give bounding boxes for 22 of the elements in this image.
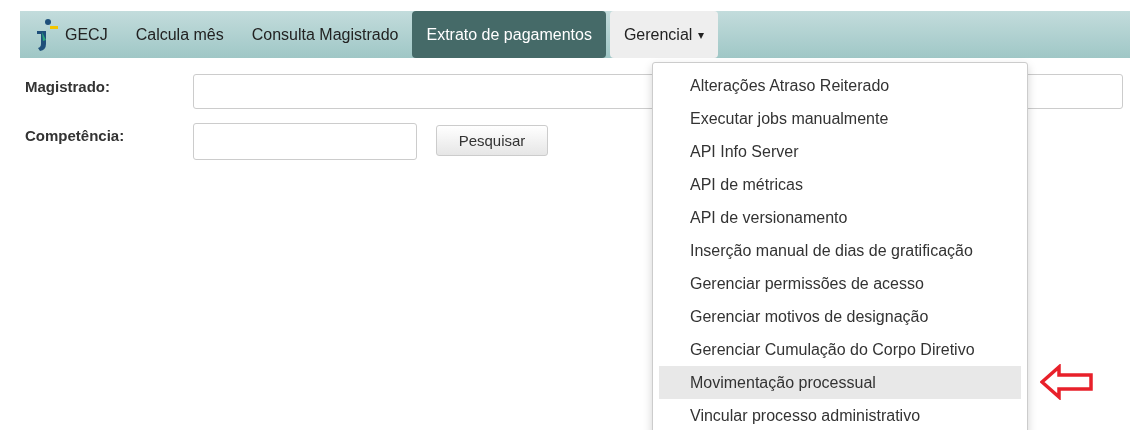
menu-item[interactable]: Gerenciar permissões de acesso <box>659 267 1021 300</box>
menu-item[interactable]: Alterações Atraso Reiterado <box>659 69 1021 102</box>
logo-icon <box>35 17 59 52</box>
arrow-icon <box>1040 364 1094 400</box>
menu-item[interactable]: API Info Server <box>659 135 1021 168</box>
menu-item[interactable]: API de versionamento <box>659 201 1021 234</box>
menu-item[interactable]: Gerenciar motivos de designação <box>659 300 1021 333</box>
field-label: Magistrado: <box>25 77 111 95</box>
menu-item[interactable]: Vincular processo administrativo <box>659 399 1021 430</box>
brand-link[interactable]: GECJ <box>20 11 122 58</box>
nav-link[interactable]: Calcula mês <box>121 11 238 58</box>
field-label: Competência: <box>25 126 126 144</box>
nav-link[interactable]: Consulta Magistrado <box>237 11 413 58</box>
menu-item[interactable]: Movimentação processual <box>659 366 1021 399</box>
menu-item[interactable]: Inserção manual de dias de gratificação <box>659 234 1021 267</box>
menu-item[interactable]: API de métricas <box>659 168 1021 201</box>
menu-item[interactable]: Gerenciar Cumulação do Corpo Diretivo <box>659 333 1021 366</box>
search-button[interactable]: Pesquisar <box>436 125 548 156</box>
dropdown-toggle[interactable]: Gerencial ▾ <box>609 11 719 58</box>
menu-item[interactable]: Executar jobs manualmente <box>659 102 1021 135</box>
date-field[interactable] <box>193 123 417 160</box>
nav-link[interactable]: Extrato de pagamentos <box>412 11 606 58</box>
